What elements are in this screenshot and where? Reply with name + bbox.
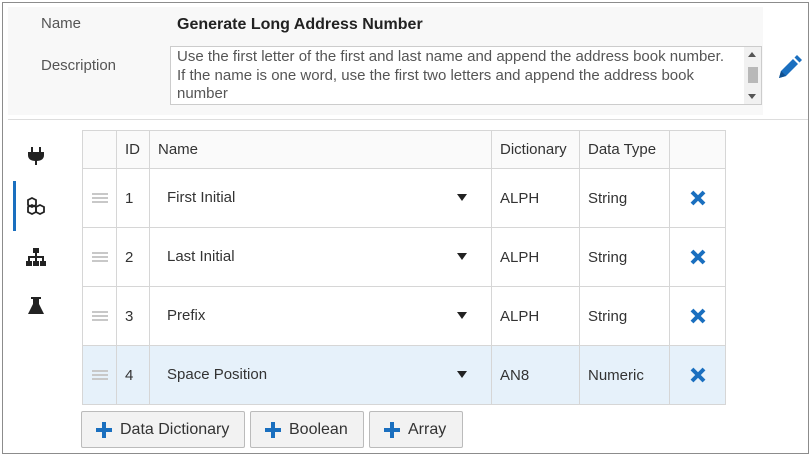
pencil-icon[interactable] (776, 55, 802, 81)
sidebar-active-indicator (13, 181, 16, 231)
drag-handle-icon[interactable] (91, 252, 108, 262)
name-select-value: Last Initial (167, 248, 235, 265)
sitemap-icon[interactable] (25, 246, 47, 268)
row-dictionary: ALPH (491, 227, 580, 287)
row-data-type: Numeric (579, 345, 670, 405)
row-id: 1 (116, 168, 150, 228)
drag-handle-cell[interactable] (82, 286, 117, 346)
row-dictionary: ALPH (491, 286, 580, 346)
row-dictionary: ALPH (491, 168, 580, 228)
row-data-type: String (579, 227, 670, 287)
scroll-thumb[interactable] (748, 67, 758, 83)
name-value: Generate Long Address Number (177, 16, 423, 33)
delete-x-icon[interactable] (689, 366, 707, 384)
add-data-dictionary-label: Data Dictionary (120, 420, 230, 438)
column-header-id: ID (116, 130, 150, 169)
description-label: Description (41, 57, 117, 74)
dropdown-caret-icon[interactable] (457, 371, 467, 378)
plus-icon (265, 421, 281, 438)
name-select[interactable]: Last Initial (149, 227, 492, 287)
add-array-button[interactable]: Array (369, 411, 463, 448)
description-scrollbar[interactable] (744, 47, 761, 104)
drag-handle-icon[interactable] (91, 370, 108, 380)
name-select[interactable]: Space Position (149, 345, 492, 405)
dropdown-caret-icon[interactable] (457, 312, 467, 319)
section-divider (8, 119, 808, 120)
table-row-selected: 4 Space Position AN8 Numeric (82, 345, 726, 405)
row-data-type: String (579, 168, 670, 228)
drag-handle-cell[interactable] (82, 345, 117, 405)
name-select-value: Prefix (167, 307, 206, 324)
scroll-down-arrow-icon[interactable] (748, 94, 756, 99)
name-select[interactable]: Prefix (149, 286, 492, 346)
add-boolean-label: Boolean (289, 420, 348, 438)
row-id: 2 (116, 227, 150, 287)
description-text: Use the first letter of the first and la… (177, 48, 733, 102)
add-array-label: Array (408, 420, 447, 438)
drag-handle-icon[interactable] (91, 193, 108, 203)
table-row: 2 Last Initial ALPH String (82, 227, 726, 287)
name-select-value: First Initial (167, 189, 236, 206)
delete-column-header (669, 130, 726, 169)
column-header-dictionary: Dictionary (491, 130, 580, 169)
dropdown-caret-icon[interactable] (457, 253, 467, 260)
plus-icon (384, 421, 400, 438)
column-header-name: Name (149, 130, 492, 169)
row-id: 3 (116, 286, 150, 346)
delete-cell (669, 286, 726, 346)
scroll-up-arrow-icon[interactable] (748, 52, 756, 57)
add-boolean-button[interactable]: Boolean (250, 411, 364, 448)
table-header-row: ID Name Dictionary Data Type (82, 130, 726, 169)
row-dictionary: AN8 (491, 345, 580, 405)
drag-handle-cell[interactable] (82, 227, 117, 287)
table-row: 1 First Initial ALPH String (82, 168, 726, 228)
description-field[interactable]: Use the first letter of the first and la… (170, 46, 762, 105)
column-header-data-type: Data Type (579, 130, 670, 169)
name-label: Name (41, 15, 82, 32)
table-row: 3 Prefix ALPH String (82, 286, 726, 346)
cubes-icon[interactable] (25, 195, 47, 217)
plug-icon[interactable] (25, 145, 47, 167)
delete-x-icon[interactable] (689, 248, 707, 266)
variables-table: ID Name Dictionary Data Type 1 First Ini… (82, 130, 726, 405)
delete-cell (669, 227, 726, 287)
drag-column-header (82, 130, 117, 169)
drag-handle-icon[interactable] (91, 311, 108, 321)
name-select-value: Space Position (167, 366, 268, 383)
delete-x-icon[interactable] (689, 307, 707, 325)
name-select[interactable]: First Initial (149, 168, 492, 228)
drag-handle-cell[interactable] (82, 168, 117, 228)
dropdown-caret-icon[interactable] (457, 194, 467, 201)
delete-cell (669, 168, 726, 228)
add-data-dictionary-button[interactable]: Data Dictionary (81, 411, 245, 448)
row-data-type: String (579, 286, 670, 346)
delete-x-icon[interactable] (689, 189, 707, 207)
row-id: 4 (116, 345, 150, 405)
flask-icon[interactable] (25, 295, 47, 317)
delete-cell (669, 345, 726, 405)
window-frame: Name Generate Long Address Number Descri… (2, 2, 809, 454)
plus-icon (96, 421, 112, 438)
